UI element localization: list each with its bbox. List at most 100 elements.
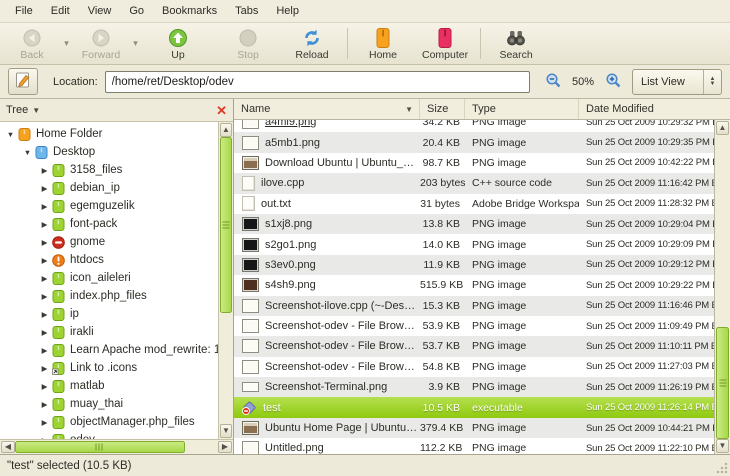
expander-icon[interactable]: ▶ [38, 274, 51, 283]
zoom-in-button[interactable] [603, 72, 623, 92]
file-size: 203 bytes [420, 177, 465, 190]
tree-item-label: matlab [70, 380, 105, 392]
file-row-s3ev0-png[interactable]: s3ev0.png 11.9 KB PNG image Sun 25 Oct 2… [234, 254, 714, 276]
reload-button[interactable]: Reload [284, 24, 340, 63]
file-row-out-txt[interactable]: out.txt 31 bytes Adobe Bridge Workspace … [234, 193, 714, 214]
file-row-untitled-png[interactable]: Untitled.png 112.2 KB PNG image Sun 25 O… [234, 438, 714, 454]
menu-file[interactable]: File [6, 2, 42, 20]
tree-item-htdocs[interactable]: ▶ htdocs [0, 251, 218, 269]
tree-item-muay-thai[interactable]: ▶ muay_thai [0, 395, 218, 413]
expander-icon[interactable]: ▶ [38, 184, 51, 193]
up-button[interactable]: Up [150, 24, 206, 63]
stop-button[interactable]: Stop [220, 24, 276, 63]
file-row-ubuntu-home-page-ubuntu-125[interactable]: Ubuntu Home Page | Ubuntu_125... 379.4 K… [234, 417, 714, 439]
tree-item-font-pack[interactable]: ▶ font-pack [0, 215, 218, 233]
tree-vertical-scrollbar[interactable]: ▲ ▼ [218, 122, 233, 439]
tree-item-objectmanager-php-files[interactable]: ▶ objectManager.php_files [0, 413, 218, 431]
expander-icon[interactable]: ▶ [38, 346, 51, 355]
forward-button[interactable]: Forward [73, 24, 129, 63]
view-mode-spinner-icon[interactable]: ▲ ▼ [703, 69, 721, 94]
scroll-right-icon[interactable]: ▶ [218, 441, 232, 453]
scroll-down-icon[interactable]: ▼ [220, 424, 232, 438]
folder-green-icon [52, 289, 65, 303]
tree-item-irakli[interactable]: ▶ irakli [0, 323, 218, 341]
search-button[interactable]: Search [488, 24, 544, 63]
expander-icon[interactable]: ▶ [38, 166, 51, 175]
file-row-screenshot-odev-file-browser-p[interactable]: Screenshot-odev - File Browser.p... 53.9… [234, 315, 714, 337]
column-header-name[interactable]: Name ▼ [234, 99, 420, 119]
expander-icon[interactable]: ▶ [38, 292, 51, 301]
resize-grip[interactable] [716, 462, 729, 475]
tree-item-debian-ip[interactable]: ▶ debian_ip [0, 179, 218, 197]
file-row-screenshot-ilove-cpp-desktop[interactable]: Screenshot-ilove.cpp (~-Desktop... 15.3 … [234, 295, 714, 316]
expander-icon[interactable]: ▶ [38, 364, 51, 373]
list-scrollbar-thumb[interactable] [716, 327, 729, 440]
expander-icon[interactable]: ▶ [38, 202, 51, 211]
location-input[interactable] [104, 70, 530, 93]
tree-item-egemguzelik[interactable]: ▶ egemguzelik [0, 197, 218, 215]
menu-bookmarks[interactable]: Bookmarks [153, 2, 226, 20]
tree-horizontal-scrollbar[interactable]: ◀ ▶ [0, 439, 233, 454]
list-vertical-scrollbar[interactable]: ▲ ▼ [714, 120, 730, 454]
tree-item-icon-aileleri[interactable]: ▶ icon_aileleri [0, 269, 218, 287]
file-row-test[interactable]: test 10.5 KB executable Sun 25 Oct 2009 … [234, 397, 714, 418]
tree-item-index-php-files[interactable]: ▶ index.php_files [0, 287, 218, 305]
expander-icon[interactable]: ▶ [38, 310, 51, 319]
edit-location-button[interactable] [8, 68, 38, 95]
column-header-type[interactable]: Type [465, 99, 579, 119]
tree-item-desktop[interactable]: ▼ Desktop [0, 143, 218, 161]
expander-icon[interactable]: ▶ [38, 256, 51, 265]
computer-button[interactable]: Computer [417, 24, 473, 63]
tree-item-home-folder[interactable]: ▼ Home Folder [0, 125, 218, 143]
column-header-size[interactable]: Size [420, 99, 465, 119]
file-row-screenshot-odev-file-browser-2[interactable]: Screenshot-odev - File Browser-2... 54.8… [234, 356, 714, 378]
scroll-down-icon[interactable]: ▼ [716, 439, 729, 453]
forward-icon [91, 27, 111, 49]
expander-icon[interactable]: ▶ [38, 220, 51, 229]
expander-icon[interactable]: ▼ [21, 148, 34, 157]
expander-icon[interactable]: ▼ [4, 130, 17, 139]
tree-item-link-to-icons[interactable]: ▶ Link to .icons [0, 359, 218, 377]
expander-icon[interactable]: ▶ [38, 418, 51, 427]
home-button[interactable]: Home [355, 24, 411, 63]
tree-item-learn-apache-mod-rewrite-13-re[interactable]: ▶ Learn Apache mod_rewrite: 13 Real-worl [0, 341, 218, 359]
file-row-s2go1-png[interactable]: s2go1.png 14.0 KB PNG image Sun 25 Oct 2… [234, 234, 714, 255]
expander-icon[interactable]: ▶ [38, 382, 51, 391]
file-row-download-ubuntu-ubuntu-1256[interactable]: Download Ubuntu | Ubuntu_1256... 98.7 KB… [234, 152, 714, 174]
expander-icon[interactable]: ▶ [38, 400, 51, 409]
scroll-left-icon[interactable]: ◀ [1, 441, 15, 453]
close-side-pane-button[interactable]: ✕ [216, 104, 227, 117]
file-row-s1xj8-png[interactable]: s1xj8.png 13.8 KB PNG image Sun 25 Oct 2… [234, 213, 714, 235]
menu-help[interactable]: Help [267, 2, 308, 20]
forward-history-dropdown[interactable]: ▾ [129, 24, 142, 63]
scroll-up-icon[interactable]: ▲ [716, 121, 729, 135]
file-row-screenshot-terminal-png[interactable]: Screenshot-Terminal.png 3.9 KB PNG image… [234, 377, 714, 398]
file-row-screenshot-odev-file-browser-1[interactable]: Screenshot-odev - File Browser-1... 53.7… [234, 336, 714, 357]
side-pane: Tree ▼ ✕ ▼ Home Folder ▼ Desktop ▶ 3158_… [0, 99, 234, 454]
expander-icon[interactable]: ▶ [38, 328, 51, 337]
view-mode-select[interactable]: List View ▲ ▼ [632, 68, 722, 95]
tree-item-gnome[interactable]: ▶ gnome [0, 233, 218, 251]
file-row-ilove-cpp[interactable]: ilove.cpp 203 bytes C++ source code Sun … [234, 173, 714, 194]
tree-item-ip[interactable]: ▶ ip [0, 305, 218, 323]
file-row-a4ml9-png[interactable]: a4ml9.png 34.2 KB PNG image Sun 25 Oct 2… [234, 120, 714, 133]
tree-item-3158-files[interactable]: ▶ 3158_files [0, 161, 218, 179]
menu-view[interactable]: View [79, 2, 121, 20]
scroll-up-icon[interactable]: ▲ [220, 123, 232, 137]
tree-item-odev[interactable]: ▶ odev [0, 431, 218, 439]
tree-item-matlab[interactable]: ▶ matlab [0, 377, 218, 395]
menu-tabs[interactable]: Tabs [226, 2, 267, 20]
zoom-out-button[interactable] [543, 72, 563, 92]
file-row-a5mb1-png[interactable]: a5mb1.png 20.4 KB PNG image Sun 25 Oct 2… [234, 132, 714, 153]
tree-hscrollbar-thumb[interactable] [15, 441, 185, 453]
back-history-dropdown[interactable]: ▾ [60, 24, 73, 63]
back-button[interactable]: Back [4, 24, 60, 63]
expander-icon[interactable]: ▶ [38, 238, 51, 247]
file-row-s4sh9-png[interactable]: s4sh9.png 515.9 KB PNG image Sun 25 Oct … [234, 275, 714, 296]
menu-go[interactable]: Go [120, 2, 153, 20]
tree-scrollbar-thumb[interactable] [220, 137, 232, 314]
menu-edit[interactable]: Edit [42, 2, 79, 20]
column-header-date[interactable]: Date Modified [579, 99, 730, 119]
side-pane-mode-dropdown[interactable]: Tree ▼ [6, 104, 40, 116]
size-column-label: Size [427, 103, 449, 115]
